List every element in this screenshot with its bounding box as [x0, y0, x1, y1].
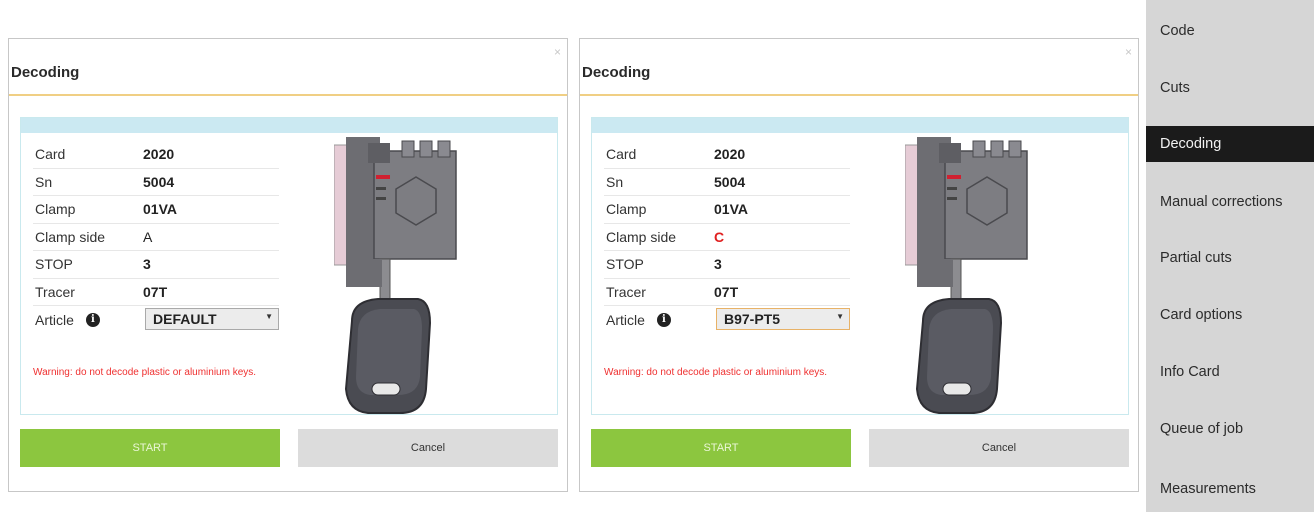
dialog-title: Decoding — [11, 64, 80, 81]
table-row: Card 2020 — [33, 141, 279, 169]
table-row: Tracer 07T — [604, 279, 850, 306]
table-row: Tracer 07T — [33, 279, 279, 306]
key-in-clamp-illustration — [905, 137, 1028, 414]
sidebar-item-label: Info Card — [1160, 364, 1220, 380]
sidebar-item-label: Queue of job — [1160, 421, 1244, 437]
sidebar-item-label: Partial cuts — [1160, 250, 1232, 266]
article-label: Article i — [33, 312, 143, 328]
row-label: Card — [35, 146, 66, 163]
info-icon[interactable]: i — [656, 312, 671, 327]
row-value: 3 — [143, 256, 151, 273]
table-row: Clamp side A — [33, 224, 279, 251]
row-label: Sn — [606, 173, 624, 190]
sidebar-item-label: Manual corrections — [1160, 194, 1283, 210]
row-label: Tracer — [35, 283, 75, 300]
article-select[interactable]: B97-PT5 ▼ — [716, 308, 850, 330]
cancel-button[interactable]: Cancel — [869, 429, 1129, 467]
row-label: Card — [606, 146, 637, 163]
dropdown-arrow-icon: ▼ — [836, 312, 844, 321]
table-row: Clamp side C — [604, 224, 850, 251]
article-label: Article i — [604, 312, 714, 328]
sidebar-item-code[interactable]: Code — [1146, 13, 1314, 49]
row-value: 3 — [714, 256, 722, 273]
sidebar-item-decoding[interactable]: Decoding — [1146, 126, 1314, 162]
dialog-title: Decoding — [582, 64, 651, 81]
close-icon[interactable]: × — [554, 46, 561, 58]
sidebar-item-partial-cuts[interactable]: Partial cuts — [1146, 240, 1314, 276]
sidebar-item-queue-of-job[interactable]: Queue of job — [1146, 411, 1314, 447]
warning-text: Warning: do not decode plastic or alumin… — [33, 367, 257, 378]
sidebar-menu: Code Cuts Decoding Manual corrections Pa… — [1146, 0, 1314, 512]
article-select[interactable]: DEFAULT ▼ — [145, 308, 279, 330]
row-value: A — [143, 228, 153, 245]
row-value: 01VA — [714, 201, 748, 218]
decoding-panel: Card 2020 Sn 5004 Clamp 01VA Clamp side … — [20, 117, 558, 415]
info-icon[interactable]: i — [85, 312, 100, 327]
warning-text: Warning: do not decode plastic or alumin… — [604, 367, 828, 378]
row-value: 5004 — [714, 173, 746, 190]
screen: × Decoding Card 2020 Sn 5004 Clamp 01VA — [0, 0, 1314, 512]
table-row: Sn 5004 — [33, 169, 279, 196]
title-divider — [9, 94, 567, 96]
close-icon[interactable]: × — [1125, 46, 1132, 58]
start-button[interactable]: START — [20, 429, 280, 467]
row-value: 2020 — [143, 146, 175, 163]
article-selected-value: DEFAULT — [153, 311, 217, 327]
table-row: Clamp 01VA — [604, 196, 850, 224]
decoding-dialog: × Decoding Card 2020 Sn 5004 Clamp 01VA — [579, 38, 1139, 492]
sidebar-item-measurements[interactable]: Measurements — [1146, 471, 1314, 507]
table-row: STOP 3 — [604, 251, 850, 279]
article-label-text: Article — [35, 311, 74, 328]
sidebar-item-label: Measurements — [1160, 481, 1256, 497]
article-row: Article i B97-PT5 ▼ — [604, 306, 850, 334]
article-selected-value: B97-PT5 — [724, 311, 781, 327]
start-button[interactable]: START — [591, 429, 851, 467]
info-table: Card 2020 Sn 5004 Clamp 01VA Clamp side … — [33, 141, 279, 334]
row-label: STOP — [606, 256, 644, 273]
row-value: 01VA — [143, 201, 177, 218]
row-label: Clamp side — [606, 228, 677, 245]
sidebar-item-label: Card options — [1160, 307, 1243, 323]
sidebar-item-info-card[interactable]: Info Card — [1146, 354, 1314, 390]
decoding-panel: Card 2020 Sn 5004 Clamp 01VA Clamp side … — [591, 117, 1129, 415]
article-row: Article i DEFAULT ▼ — [33, 306, 279, 334]
title-divider — [580, 94, 1138, 96]
panel-header — [21, 118, 557, 133]
decoding-dialog: × Decoding Card 2020 Sn 5004 Clamp 01VA — [8, 38, 568, 492]
row-value: 07T — [714, 283, 739, 300]
sidebar-item-card-options[interactable]: Card options — [1146, 297, 1314, 333]
cancel-button[interactable]: Cancel — [298, 429, 558, 467]
sidebar-item-label: Cuts — [1160, 80, 1190, 96]
row-label: Sn — [35, 173, 53, 190]
sidebar-item-label: Decoding — [1160, 136, 1222, 152]
key-in-clamp-illustration — [334, 137, 457, 414]
dropdown-arrow-icon: ▼ — [265, 312, 273, 321]
row-label: Clamp — [606, 201, 647, 218]
sidebar-item-label: Code — [1160, 23, 1195, 39]
row-label: STOP — [35, 256, 73, 273]
row-label: Clamp — [35, 201, 76, 218]
row-label: Tracer — [606, 283, 646, 300]
row-value: 5004 — [143, 173, 175, 190]
row-label: Clamp side — [35, 228, 106, 245]
row-value: 2020 — [714, 146, 746, 163]
panel-header — [592, 118, 1128, 133]
table-row: STOP 3 — [33, 251, 279, 279]
sidebar-item-cuts[interactable]: Cuts — [1146, 70, 1314, 106]
table-row: Card 2020 — [604, 141, 850, 169]
row-value: 07T — [143, 283, 168, 300]
table-row: Clamp 01VA — [33, 196, 279, 224]
article-label-text: Article — [606, 311, 645, 328]
info-table: Card 2020 Sn 5004 Clamp 01VA Clamp side … — [604, 141, 850, 334]
row-value-highlight: C — [714, 228, 725, 245]
sidebar-item-manual-corrections[interactable]: Manual corrections — [1146, 184, 1314, 220]
table-row: Sn 5004 — [604, 169, 850, 196]
